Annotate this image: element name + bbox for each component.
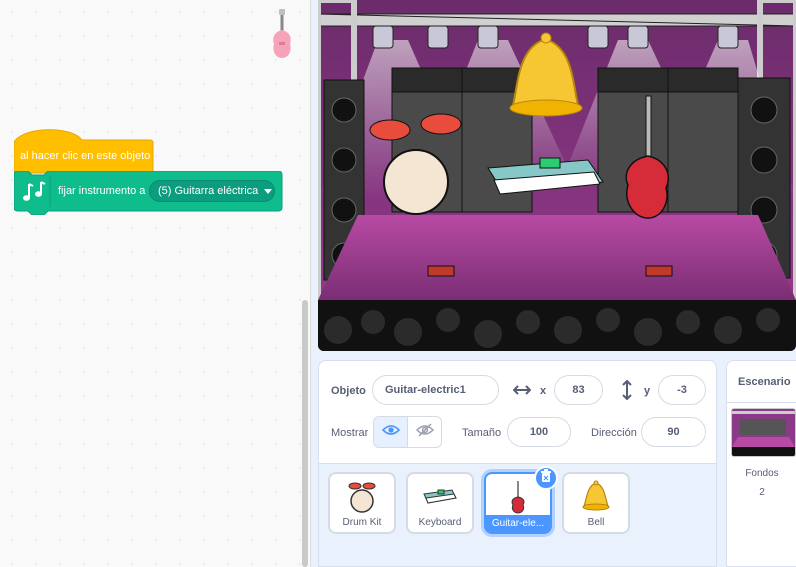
when-sprite-clicked-block[interactable]: al hacer clic en este objeto <box>14 128 154 174</box>
sprite-name-field[interactable]: Guitar-electric1 <box>372 375 499 405</box>
sprite-tile-label: Guitar-ele... <box>486 515 550 532</box>
sprite-tile-label: Drum Kit <box>342 517 382 528</box>
horizontal-arrows-icon <box>512 383 532 402</box>
y-label: y <box>644 385 651 397</box>
stage-backdrop-thumbnail[interactable] <box>731 408 796 457</box>
sprite-list: Drum Kit Keyboard Guitar-ele... Bell <box>319 463 716 566</box>
instrument-dropdown-value: (5) Guitarra eléctrica <box>158 185 259 197</box>
drum-kit-icon <box>347 480 377 519</box>
set-instrument-label: fijar instrumento a <box>58 185 146 197</box>
sprite-tile-label: Keyboard <box>418 517 462 528</box>
show-sprite-button[interactable] <box>374 417 407 447</box>
y-position-field[interactable]: -3 <box>658 375 706 405</box>
bell-icon <box>581 480 611 519</box>
direction-field[interactable]: 90 <box>641 417 706 447</box>
stage-selector[interactable]: Escenario Fondos 2 <box>726 360 796 567</box>
keyboard-icon <box>422 488 458 511</box>
visibility-toggle <box>373 416 442 448</box>
show-label: Mostrar <box>331 427 369 439</box>
backdrops-count: 2 <box>759 487 765 498</box>
sprite-tile-label: Bell <box>587 517 605 528</box>
size-value: 100 <box>529 426 549 438</box>
size-label: Tamaño <box>462 427 502 439</box>
sprite-name-value: Guitar-electric1 <box>385 384 466 396</box>
set-instrument-block[interactable]: fijar instrumento a (5) Guitarra eléctri… <box>14 171 283 215</box>
music-notes-icon <box>22 180 48 209</box>
electric-guitar-icon <box>508 480 528 519</box>
direction-label: Dirección <box>591 427 637 439</box>
concert-stage-backdrop <box>318 0 796 351</box>
sprite-tile-keyboard[interactable]: Keyboard <box>406 472 474 534</box>
sprite-tile-drum-kit[interactable]: Drum Kit <box>328 472 396 534</box>
x-position-value: 83 <box>572 384 585 396</box>
direction-value: 90 <box>667 426 680 438</box>
stage-canvas[interactable] <box>318 0 796 351</box>
hide-sprite-button[interactable] <box>407 417 441 447</box>
sprite-tile-bell[interactable]: Bell <box>562 472 630 534</box>
sprite-info-bar: Objeto Guitar-electric1 x 83 y -3 Mostra… <box>319 361 716 463</box>
stage-selector-title: Escenario <box>727 361 796 403</box>
x-position-field[interactable]: 83 <box>554 375 603 405</box>
x-label: x <box>540 385 547 397</box>
eye-icon <box>381 423 400 441</box>
hat-block-label: al hacer clic en este objeto <box>20 150 151 162</box>
chevron-down-icon <box>264 188 273 194</box>
backdrops-label: Fondos <box>745 468 779 479</box>
size-field[interactable]: 100 <box>507 417 571 447</box>
instrument-dropdown[interactable]: (5) Guitarra eléctrica <box>149 180 275 202</box>
delete-sprite-button[interactable] <box>534 466 558 490</box>
vertical-arrows-icon <box>621 379 633 405</box>
code-area-scrollbar[interactable] <box>302 300 308 567</box>
trash-icon <box>540 469 552 487</box>
current-sprite-guitar-icon <box>268 8 296 65</box>
code-area[interactable]: al hacer clic en este objeto fijar instr… <box>0 0 311 567</box>
sprite-tile-guitar-electric[interactable]: Guitar-ele... <box>484 466 558 534</box>
sprite-info-panel: Objeto Guitar-electric1 x 83 y -3 Mostra… <box>318 360 717 567</box>
y-position-value: -3 <box>677 384 687 396</box>
object-label: Objeto <box>331 385 366 397</box>
eye-slash-icon <box>415 422 434 442</box>
